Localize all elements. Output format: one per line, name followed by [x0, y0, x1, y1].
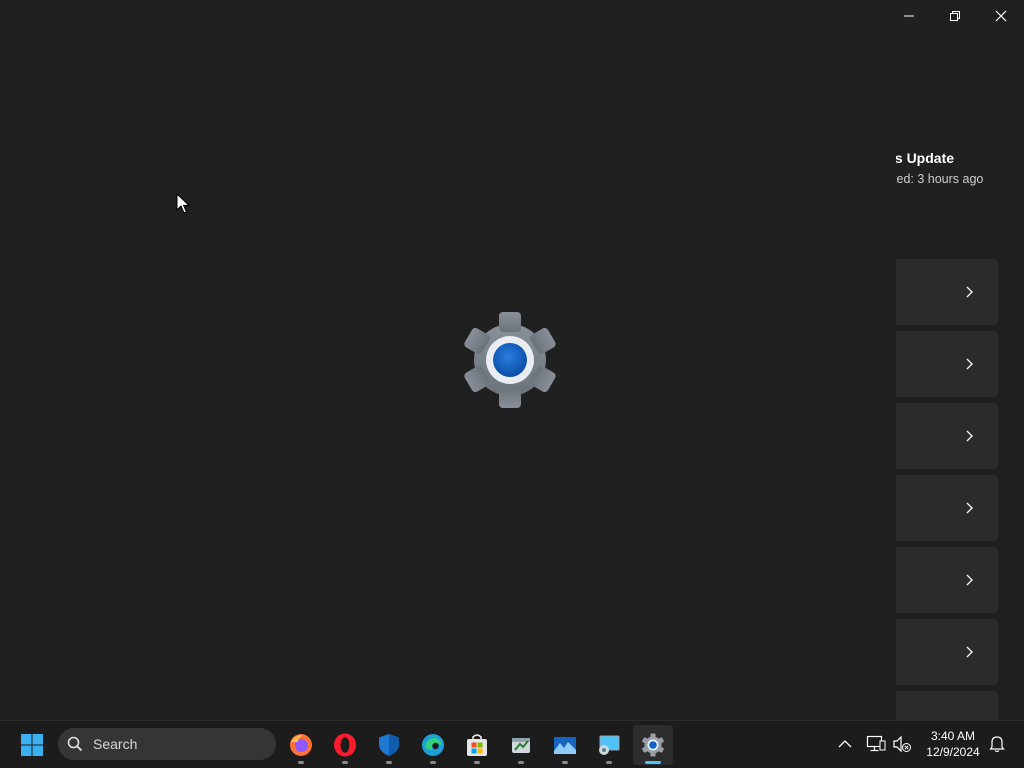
- opera-icon: [334, 733, 356, 757]
- clock-time: 3:40 AM: [930, 729, 976, 743]
- update-option-card[interactable]: [896, 475, 998, 541]
- chevron-right-icon: [966, 430, 973, 442]
- chevron-up-icon: [838, 740, 852, 748]
- update-option-card[interactable]: [896, 403, 998, 469]
- taskbar-app-opera[interactable]: [325, 725, 365, 765]
- settings-window: ws Update cked: 3 hours ago: [0, 0, 1024, 720]
- taskbar-app-remote[interactable]: [589, 725, 629, 765]
- update-option-card[interactable]: [896, 691, 998, 720]
- network-status-button[interactable]: [866, 733, 886, 755]
- settings-splash-gear-icon: [460, 312, 560, 412]
- volume-button[interactable]: [892, 733, 912, 755]
- restore-icon: [950, 11, 960, 21]
- windows-update-title: ws Update: [896, 150, 955, 166]
- taskbar-app-settings[interactable]: [633, 725, 673, 765]
- clock-date: 12/9/2024: [926, 745, 980, 759]
- photos-icon: [554, 737, 576, 754]
- show-hidden-icons-button[interactable]: [835, 733, 855, 755]
- windows-logo-icon: [21, 734, 43, 756]
- taskbar: Search 3:40 AM 12/9/2024: [0, 720, 1024, 768]
- close-icon: [995, 10, 1007, 22]
- update-option-card[interactable]: [896, 331, 998, 397]
- chevron-right-icon: [966, 286, 973, 298]
- taskbar-app-security[interactable]: [369, 725, 409, 765]
- store-icon: [467, 734, 487, 756]
- windows-update-panel: ws Update cked: 3 hours ago: [896, 140, 1024, 720]
- taskbar-app-spreadsheet[interactable]: [501, 725, 541, 765]
- taskbar-app-photos[interactable]: [545, 725, 585, 765]
- last-checked-text: cked: 3 hours ago: [896, 172, 984, 186]
- search-icon: [67, 736, 83, 752]
- search-placeholder: Search: [93, 736, 138, 752]
- running-indicator: [298, 761, 304, 764]
- network-icon: [866, 735, 886, 752]
- clock-button[interactable]: 3:40 AM 12/9/2024: [916, 728, 990, 760]
- update-option-card[interactable]: [896, 547, 998, 613]
- start-button[interactable]: [10, 725, 54, 765]
- taskbar-search-box[interactable]: Search: [58, 728, 276, 760]
- mouse-cursor-icon: [176, 192, 191, 220]
- chevron-right-icon: [966, 358, 973, 370]
- minimize-icon: [904, 15, 914, 17]
- minimize-button[interactable]: [886, 0, 932, 32]
- notifications-button[interactable]: [987, 733, 1007, 755]
- firefox-icon: [290, 734, 312, 756]
- shield-icon: [379, 734, 399, 756]
- settings-icon: [642, 733, 664, 757]
- spreadsheet-icon: [512, 738, 530, 753]
- taskbar-app-firefox[interactable]: [281, 725, 321, 765]
- volume-muted-icon: [893, 735, 911, 753]
- running-indicator: [474, 761, 480, 764]
- restore-button[interactable]: [932, 0, 978, 32]
- running-indicator: [518, 761, 524, 764]
- update-option-card[interactable]: [896, 619, 998, 685]
- running-indicator: [562, 761, 568, 764]
- running-indicator: [386, 761, 392, 764]
- remote-icon: [599, 735, 620, 755]
- chevron-right-icon: [966, 502, 973, 514]
- chevron-right-icon: [966, 646, 973, 658]
- close-button[interactable]: [978, 0, 1024, 32]
- chevron-right-icon: [966, 574, 973, 586]
- running-indicator: [606, 761, 612, 764]
- taskbar-app-edge[interactable]: [413, 725, 453, 765]
- active-indicator: [645, 761, 661, 764]
- running-indicator: [430, 761, 436, 764]
- edge-icon: [422, 734, 444, 756]
- bell-icon: [989, 736, 1005, 753]
- taskbar-app-store[interactable]: [457, 725, 497, 765]
- running-indicator: [342, 761, 348, 764]
- update-option-card[interactable]: [896, 259, 998, 325]
